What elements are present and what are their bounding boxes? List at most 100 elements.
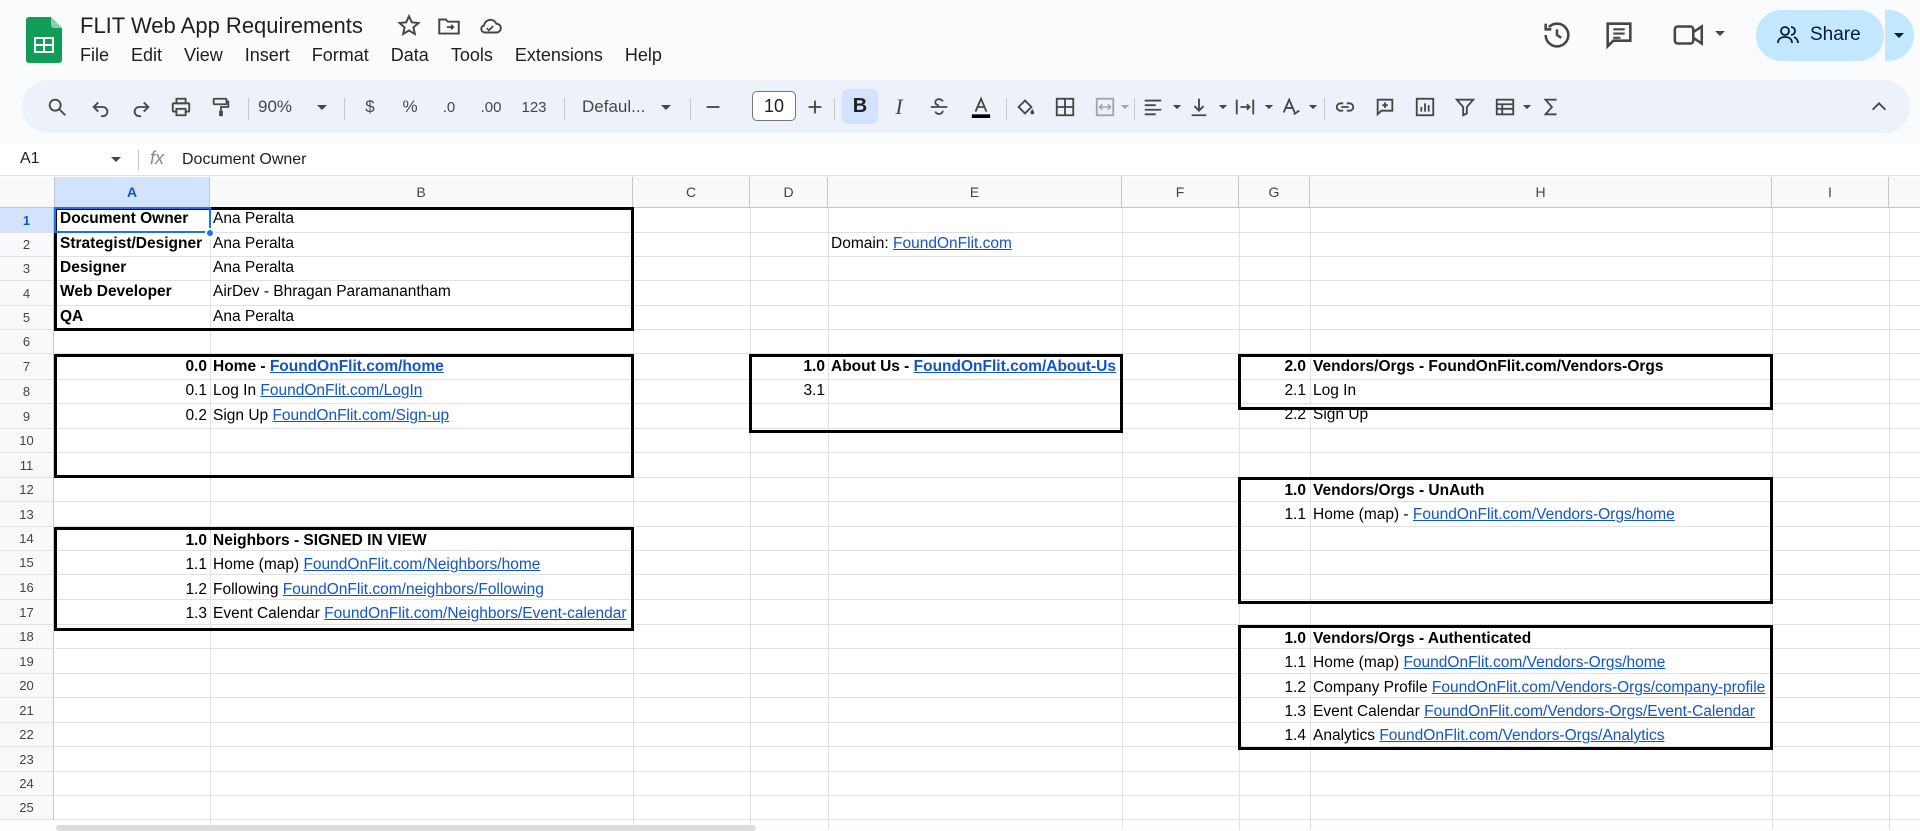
fill-color-button[interactable]	[1012, 94, 1038, 120]
column-header-i[interactable]: I	[1772, 177, 1889, 208]
column-header-h[interactable]: H	[1310, 177, 1772, 208]
column-header-j[interactable]	[1889, 177, 1920, 208]
share-options-button[interactable]	[1884, 10, 1914, 61]
column-header-g[interactable]: G	[1239, 177, 1310, 208]
insert-comment-button[interactable]	[1372, 94, 1398, 120]
decrease-font-size-button[interactable]	[700, 94, 726, 120]
row-header-10[interactable]: 10	[0, 429, 54, 453]
text-color-button[interactable]	[966, 94, 996, 120]
meet-dropdown-icon[interactable]	[1714, 30, 1726, 38]
row-header-24[interactable]: 24	[0, 772, 54, 796]
row-header-17[interactable]: 17	[0, 600, 54, 625]
sheets-logo-icon[interactable]	[26, 17, 62, 63]
column-header-c[interactable]: C	[633, 177, 750, 208]
increase-font-size-button[interactable]	[802, 94, 828, 120]
row-header-3[interactable]: 3	[0, 257, 54, 281]
row-header-7[interactable]: 7	[0, 354, 54, 380]
menu-tools[interactable]: Tools	[451, 45, 493, 66]
more-formats-button[interactable]: 123	[516, 94, 552, 120]
domain-link[interactable]: FoundOnFlit.com	[893, 235, 1012, 252]
merge-dropdown-icon[interactable]	[1120, 104, 1130, 111]
menu-format[interactable]: Format	[312, 45, 369, 66]
valign-dropdown-icon[interactable]	[1218, 104, 1228, 111]
row-header-19[interactable]: 19	[0, 649, 54, 674]
text-rotation-button[interactable]	[1278, 94, 1304, 120]
row-header-12[interactable]: 12	[0, 478, 54, 502]
row-header-18[interactable]: 18	[0, 625, 54, 649]
decrease-decimal-button[interactable]: .0	[434, 94, 464, 120]
percent-format-button[interactable]: %	[398, 94, 422, 120]
menu-extensions[interactable]: Extensions	[515, 45, 603, 66]
row-header-20[interactable]: 20	[0, 674, 54, 698]
column-header-d[interactable]: D	[750, 177, 828, 208]
text-wrapping-button[interactable]	[1232, 94, 1258, 120]
menu-insert[interactable]: Insert	[245, 45, 290, 66]
menu-data[interactable]: Data	[391, 45, 429, 66]
formula-input[interactable]: Document Owner	[182, 151, 307, 169]
row-header-5[interactable]: 5	[0, 306, 54, 330]
column-header-e[interactable]: E	[828, 177, 1122, 208]
column-header-f[interactable]: F	[1122, 177, 1239, 208]
horizontal-align-button[interactable]	[1140, 94, 1166, 120]
search-menus-button[interactable]	[44, 94, 70, 120]
row-header-9[interactable]: 9	[0, 404, 54, 429]
rotation-dropdown-icon[interactable]	[1308, 104, 1318, 111]
row-header-4[interactable]: 4	[0, 281, 54, 306]
undo-button[interactable]	[88, 94, 114, 120]
menu-view[interactable]: View	[184, 45, 223, 66]
row-header-25[interactable]: 25	[0, 796, 54, 820]
version-history-icon[interactable]	[1540, 18, 1574, 52]
share-button[interactable]: Share	[1756, 10, 1884, 61]
select-all-corner[interactable]	[0, 177, 55, 208]
paint-format-button[interactable]	[208, 94, 234, 120]
filter-views-dropdown-icon[interactable]	[1522, 104, 1532, 111]
currency-format-button[interactable]: $	[358, 94, 382, 120]
row-header-21[interactable]: 21	[0, 698, 54, 723]
row-header-2[interactable]: 2	[0, 233, 54, 257]
fill-handle[interactable]	[205, 228, 215, 238]
merge-cells-button[interactable]	[1092, 94, 1118, 120]
align-dropdown-icon[interactable]	[1172, 104, 1182, 111]
wrap-dropdown-icon[interactable]	[1264, 104, 1274, 111]
name-box[interactable]: A1	[20, 150, 40, 168]
row-header-22[interactable]: 22	[0, 723, 54, 747]
italic-button[interactable]: I	[886, 94, 912, 120]
menu-file[interactable]: File	[80, 45, 109, 66]
name-box-dropdown-icon[interactable]	[110, 156, 122, 164]
functions-button[interactable]	[1538, 94, 1564, 120]
column-header-a[interactable]: A	[55, 177, 210, 208]
vertical-align-button[interactable]	[1186, 94, 1212, 120]
row-header-1[interactable]: 1	[0, 208, 54, 233]
spreadsheet-grid[interactable]: A B C D E F G H I 1 2 3 4 5 6 7 8 9 10 11 12 13 14 15 1…	[0, 177, 1920, 831]
font-size-input[interactable]: 10	[752, 91, 796, 121]
font-dropdown-icon[interactable]	[660, 104, 672, 112]
insert-link-button[interactable]	[1332, 94, 1358, 120]
row-header-8[interactable]: 8	[0, 380, 54, 404]
row-header-15[interactable]: 15	[0, 551, 54, 575]
create-filter-button[interactable]	[1452, 94, 1478, 120]
comments-icon[interactable]	[1602, 18, 1636, 52]
document-title[interactable]: FLIT Web App Requirements	[80, 13, 363, 39]
hide-menus-button[interactable]	[1866, 94, 1892, 120]
cloud-status-icon[interactable]	[477, 13, 503, 39]
column-header-b[interactable]: B	[210, 177, 633, 208]
cell-e2[interactable]: Domain: FoundOnFlit.com	[831, 233, 1012, 255]
menu-edit[interactable]: Edit	[131, 45, 162, 66]
bold-button[interactable]: B	[842, 89, 878, 124]
horizontal-scrollbar[interactable]	[56, 825, 756, 831]
insert-chart-button[interactable]	[1412, 94, 1438, 120]
row-header-13[interactable]: 13	[0, 502, 54, 527]
menu-help[interactable]: Help	[625, 45, 662, 66]
redo-button[interactable]	[128, 94, 154, 120]
filter-views-button[interactable]	[1492, 94, 1518, 120]
borders-button[interactable]	[1052, 94, 1078, 120]
row-header-6[interactable]: 6	[0, 330, 54, 354]
star-icon[interactable]	[396, 13, 422, 39]
print-button[interactable]	[168, 94, 194, 120]
row-header-23[interactable]: 23	[0, 747, 54, 772]
row-header-16[interactable]: 16	[0, 575, 54, 600]
meet-camera-icon[interactable]	[1672, 18, 1706, 52]
increase-decimal-button[interactable]: .00	[474, 94, 508, 120]
row-header-14[interactable]: 14	[0, 527, 54, 551]
row-header-11[interactable]: 11	[0, 453, 54, 478]
